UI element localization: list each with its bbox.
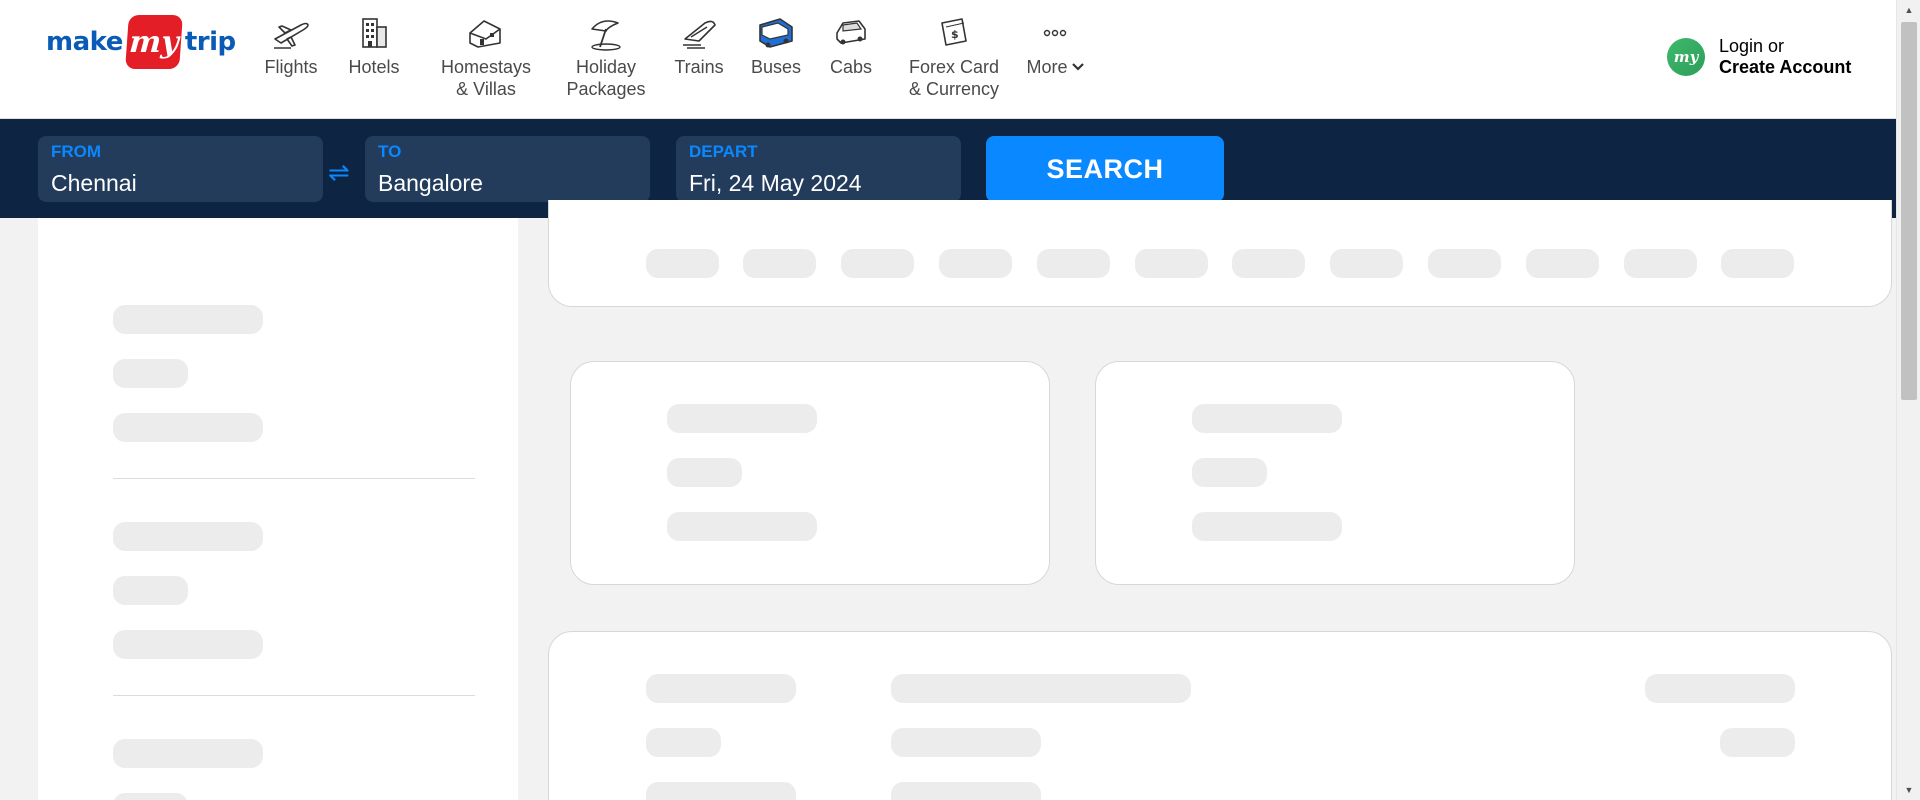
offer-skeleton-card xyxy=(1095,361,1575,585)
nav-label-homestays: Homestays & Villas xyxy=(440,57,532,99)
filter-sidebar-skeleton xyxy=(38,218,518,800)
skeleton-bar xyxy=(113,359,188,388)
search-button[interactable]: SEARCH xyxy=(986,136,1224,202)
skeleton-bar xyxy=(646,782,796,800)
nav-label-forex: Forex Card & Currency xyxy=(908,57,1000,99)
forex-icon: $ xyxy=(930,10,978,56)
depart-field[interactable]: DEPART Fri, 24 May 2024 xyxy=(676,136,961,202)
skeleton-bar xyxy=(1645,674,1795,703)
skeleton-bar xyxy=(113,305,263,334)
skeleton-pill xyxy=(743,249,816,278)
skeleton-bar xyxy=(113,630,263,659)
scroll-down-arrow-icon[interactable]: ▼ xyxy=(1897,780,1920,800)
skeleton-bar xyxy=(1192,404,1342,433)
nav-label-trains: Trains xyxy=(674,57,724,77)
from-label: FROM xyxy=(51,142,102,161)
from-field[interactable]: FROM Chennai xyxy=(38,136,323,202)
flight-listing-skeleton-card xyxy=(548,631,1892,800)
nav-item-holiday-packages[interactable]: Holiday Packages xyxy=(554,10,658,100)
hotel-icon xyxy=(350,10,398,56)
page-scrollbar[interactable]: ▲ ▼ xyxy=(1896,0,1920,800)
depart-label: DEPART xyxy=(689,142,758,161)
nav-item-hotels[interactable]: Hotels xyxy=(345,10,403,78)
skeleton-bar xyxy=(113,793,188,800)
skeleton-pill xyxy=(1330,249,1403,278)
offer-skeleton-card xyxy=(570,361,1050,585)
train-icon xyxy=(675,10,723,56)
nav-label-hotels: Hotels xyxy=(348,57,400,77)
nav-item-cabs[interactable]: Cabs xyxy=(825,10,877,78)
homestay-icon xyxy=(462,10,510,56)
nav-item-forex[interactable]: $ Forex Card & Currency xyxy=(898,10,1010,100)
nav-label-more: More xyxy=(1026,57,1068,77)
nav-item-trains[interactable]: Trains xyxy=(669,10,729,78)
nav-item-buses[interactable]: Buses xyxy=(748,10,804,78)
nav-item-homestays[interactable]: Homestays & Villas xyxy=(426,10,546,100)
nav-label-cabs: Cabs xyxy=(829,57,873,77)
scroll-thumb[interactable] xyxy=(1901,22,1917,400)
flight-icon xyxy=(267,10,315,56)
logo-text-trip: trip xyxy=(184,27,236,57)
makemytrip-logo[interactable]: make my trip xyxy=(46,14,236,70)
skeleton-bar xyxy=(113,739,263,768)
skeleton-bar xyxy=(646,674,796,703)
skeleton-pill xyxy=(646,249,719,278)
nav-label-buses: Buses xyxy=(750,57,802,77)
skeleton-pill xyxy=(1037,249,1110,278)
login-line1: Login or xyxy=(1719,36,1785,56)
nav-item-flights[interactable]: Flights xyxy=(258,10,324,78)
more-dots-icon xyxy=(1031,10,1079,56)
skeleton-bar xyxy=(1192,512,1342,541)
to-value: Bangalore xyxy=(378,170,483,196)
nav-label-more-row: More xyxy=(1026,56,1084,78)
skeleton-bar xyxy=(667,512,817,541)
login-create-account[interactable]: my Login or Create Account xyxy=(1667,36,1851,78)
date-strip-skeleton-card xyxy=(548,200,1892,307)
chevron-down-icon xyxy=(1071,63,1084,71)
skeleton-pill xyxy=(1721,249,1794,278)
svg-text:$: $ xyxy=(951,28,959,41)
cab-icon xyxy=(827,10,875,56)
skeleton-bar xyxy=(891,782,1041,800)
skeleton-pill xyxy=(841,249,914,278)
top-header: make my trip Flights Hotels Homestays & … xyxy=(0,0,1896,119)
sidebar-divider xyxy=(113,478,475,479)
skeleton-bar xyxy=(891,728,1041,757)
sidebar-divider xyxy=(113,695,475,696)
skeleton-bar xyxy=(667,458,742,487)
skeleton-bar xyxy=(113,576,188,605)
skeleton-pill xyxy=(1526,249,1599,278)
skeleton-bar xyxy=(667,404,817,433)
holiday-icon xyxy=(582,10,630,56)
depart-value: Fri, 24 May 2024 xyxy=(689,170,862,196)
to-label: TO xyxy=(378,142,402,161)
skeleton-bar xyxy=(646,728,721,757)
skeleton-pill xyxy=(939,249,1012,278)
to-field[interactable]: TO Bangalore xyxy=(365,136,650,202)
skeleton-pill xyxy=(1135,249,1208,278)
logo-text-make: make xyxy=(46,27,123,57)
skeleton-pill xyxy=(1624,249,1697,278)
skeleton-pill xyxy=(1428,249,1501,278)
nav-item-more[interactable]: More xyxy=(1020,10,1090,78)
nav-label-holiday-packages: Holiday Packages xyxy=(566,57,646,99)
from-value: Chennai xyxy=(51,170,137,196)
login-text: Login or Create Account xyxy=(1719,36,1851,78)
skeleton-bar xyxy=(113,413,263,442)
bus-icon xyxy=(752,10,800,56)
scroll-up-arrow-icon[interactable]: ▲ xyxy=(1897,0,1920,20)
logo-badge: my xyxy=(124,15,183,69)
skeleton-pill xyxy=(1232,249,1305,278)
skeleton-bar xyxy=(1720,728,1795,757)
swap-icon[interactable]: ⇌ xyxy=(328,157,350,188)
login-line2: Create Account xyxy=(1719,57,1852,77)
skeleton-bar xyxy=(113,522,263,551)
skeleton-bar xyxy=(1192,458,1267,487)
skeleton-bar xyxy=(891,674,1191,703)
myaccount-avatar-icon: my xyxy=(1667,38,1705,76)
nav-label-flights: Flights xyxy=(264,57,318,77)
